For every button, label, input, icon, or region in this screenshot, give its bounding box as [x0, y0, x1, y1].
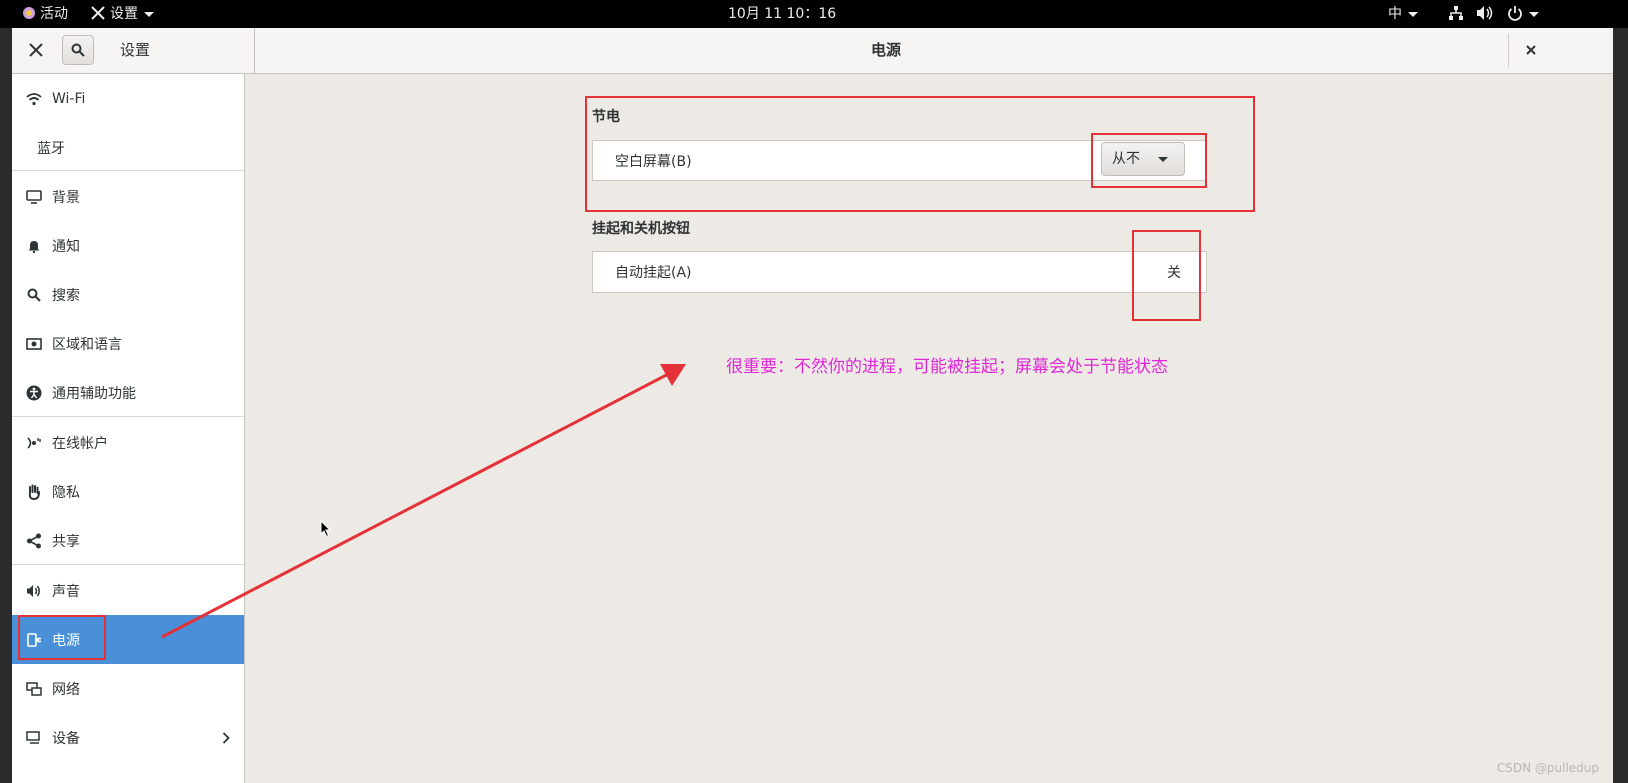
power-icon [1508, 6, 1522, 21]
chevron-down-icon [1408, 11, 1418, 17]
input-method-label: 中 [1388, 6, 1402, 22]
system-status-menu[interactable] [1448, 0, 1539, 28]
activities-button[interactable]: 活动 [22, 0, 68, 28]
app-menu-button[interactable]: 设置 [90, 0, 154, 28]
tools-icon [91, 6, 105, 20]
settings-window: 设置 电源 Wi-Fi 蓝牙 背景 通知 搜索 区域和语言 通用辅助功能 在线帐… [12, 28, 1613, 783]
input-method-button[interactable]: 中 [1388, 0, 1418, 28]
chevron-down-icon [144, 11, 154, 17]
activities-icon [23, 7, 35, 19]
annotation-arrow [161, 364, 686, 639]
clock[interactable]: 10月 11 10：16 [728, 0, 836, 28]
watermark: CSDN @pulledup [1496, 761, 1599, 775]
network-wired-icon [1449, 6, 1463, 20]
top-bar: 活动 设置 10月 11 10：16 中 [0, 0, 1628, 28]
mouse-cursor-icon [320, 520, 332, 538]
app-menu-label: 设置 [110, 6, 138, 22]
chevron-down-icon [1528, 11, 1539, 17]
annotation-note: 很重要：不然你的进程，可能被挂起；屏幕会处于节能状态 [726, 357, 1168, 377]
activities-label: 活动 [40, 6, 68, 22]
volume-icon [1477, 6, 1493, 20]
